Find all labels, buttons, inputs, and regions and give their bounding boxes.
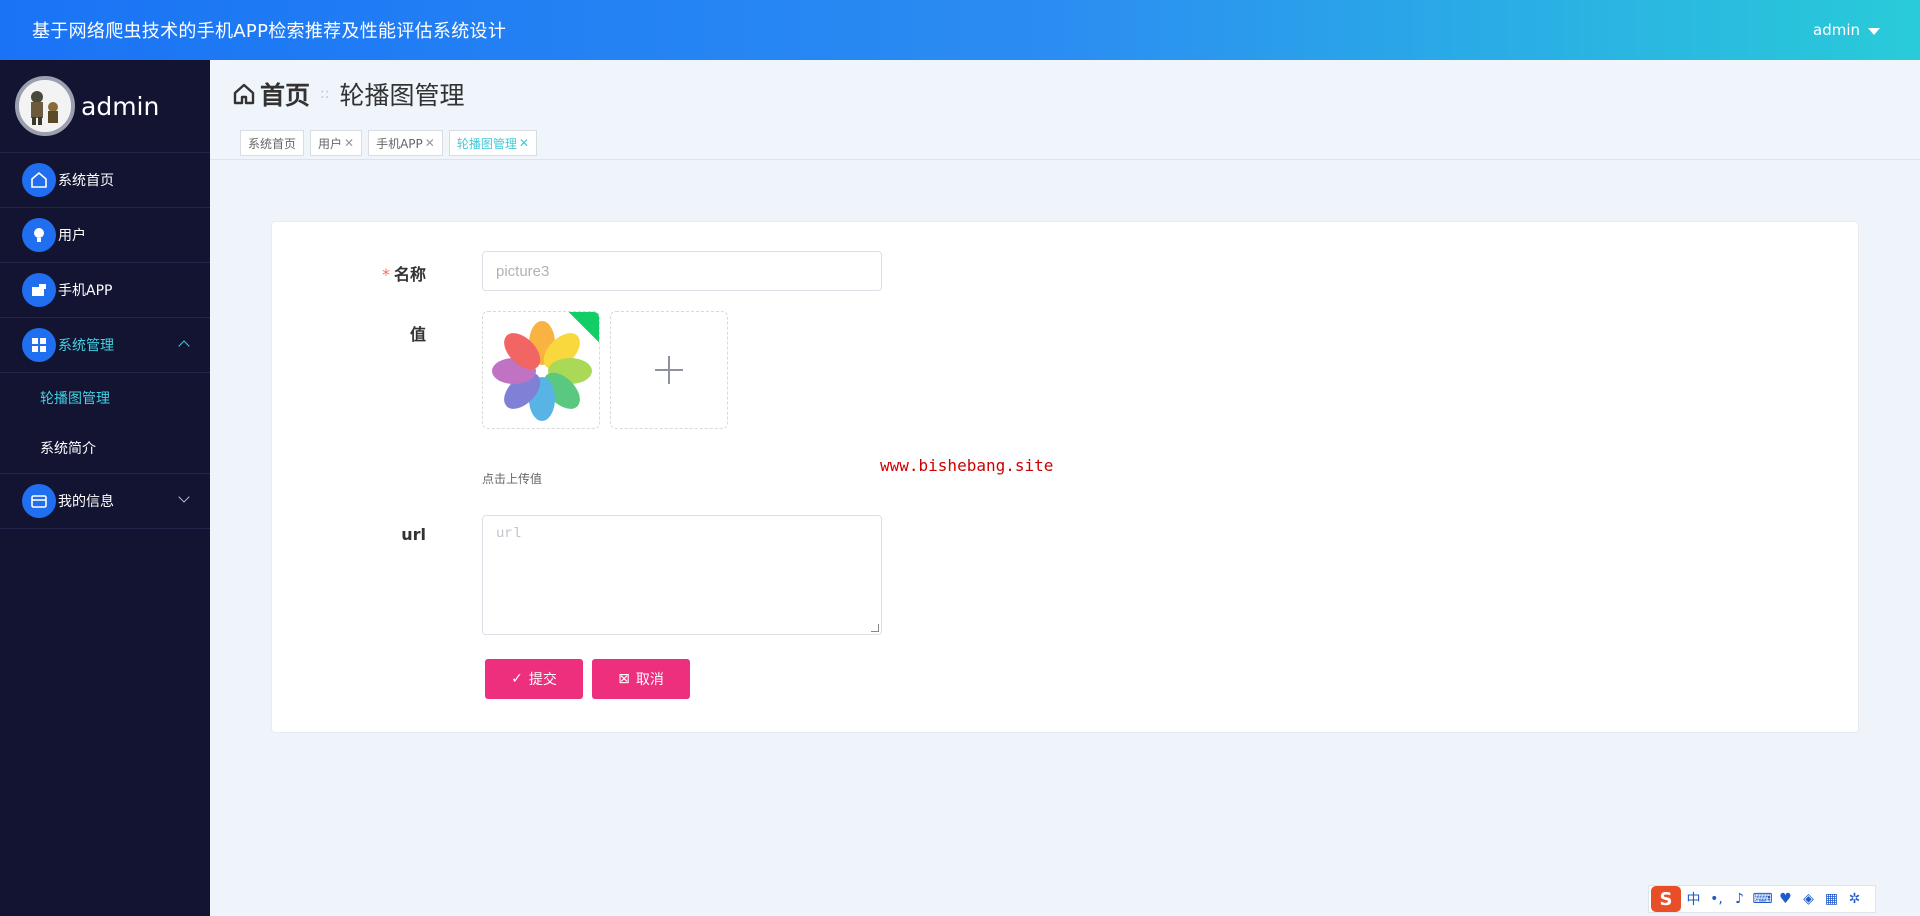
name-label: * 名称 (326, 261, 426, 285)
tag-users[interactable]: 用户 ✕ (310, 130, 363, 156)
sogou-logo-icon[interactable]: S (1651, 886, 1681, 912)
close-box-icon: ⊠ (618, 671, 630, 687)
sidebar-item-label: 手机APP (58, 283, 113, 299)
upload-add-button[interactable] (610, 311, 728, 429)
sidebar-item-apps[interactable]: 手机APP (0, 263, 210, 318)
form-card: * 名称 picture3 值 点击上传值 url url ✓ 提交 ⊠ 取消 (271, 221, 1859, 733)
ime-toolbar: S 中 •, ♪ ⌨ ♥ ◈ ▦ ✲ (1648, 885, 1876, 913)
required-mark: * (381, 265, 390, 284)
microphone-icon[interactable]: ♪ (1729, 891, 1750, 907)
app-title: 基于网络爬虫技术的手机APP检索推荐及性能评估系统设计 (32, 21, 507, 42)
sidebar-item-label: 用户 (58, 228, 86, 244)
profile-name: admin (81, 91, 160, 121)
url-label: url (401, 525, 426, 544)
uploaded-image[interactable] (482, 311, 600, 429)
tag-label: 轮播图管理 (456, 136, 517, 151)
tag-label: 手机APP (376, 136, 423, 151)
tags-view: 系统首页 用户 ✕ 手机APP ✕ 轮播图管理 ✕ (240, 130, 537, 156)
ime-lang[interactable]: 中 (1683, 889, 1704, 909)
sidebar-item-my-info[interactable]: 我的信息 (0, 474, 210, 529)
tag-apps[interactable]: 手机APP ✕ (368, 130, 443, 156)
check-icon: ✓ (511, 671, 523, 687)
sidebar-item-users[interactable]: 用户 (0, 208, 210, 263)
resize-handle-icon[interactable] (871, 624, 879, 632)
cancel-button[interactable]: ⊠ 取消 (592, 659, 690, 699)
sidebar-subitem-carousel[interactable]: 轮播图管理 (0, 373, 210, 423)
chevron-down-icon (178, 491, 190, 503)
apps-grid-icon[interactable]: ▦ (1821, 891, 1842, 907)
submit-button[interactable]: ✓ 提交 (485, 659, 583, 699)
cancel-label: 取消 (635, 672, 664, 688)
main-header: 首页 :: 轮播图管理 系统首页 用户 ✕ 手机APP ✕ 轮播图管理 ✕ (210, 60, 1920, 160)
sidebar-item-home[interactable]: 系统首页 (0, 153, 210, 208)
chevron-up-icon (178, 340, 190, 352)
tag-carousel[interactable]: 轮播图管理 ✕ (448, 130, 537, 156)
url-textarea[interactable]: url (482, 515, 882, 635)
sidebar-item-system[interactable]: 系统管理 (0, 318, 210, 373)
tag-label: 系统首页 (248, 136, 297, 151)
tag-home[interactable]: 系统首页 (240, 130, 305, 156)
settings-icon[interactable]: ✲ (1844, 891, 1865, 907)
bulb-icon (22, 218, 56, 252)
name-input-value: picture3 (496, 262, 550, 280)
sidebar: admin 系统首页 用户 手机APP 系统管理 轮播图管理 系统简介 我的信息 (0, 60, 210, 916)
avatar (15, 76, 75, 136)
caret-down-icon (1868, 27, 1880, 35)
camera-icon (22, 273, 56, 307)
sidebar-item-label: 我的信息 (58, 494, 114, 510)
sidebar-item-label: 系统首页 (58, 173, 114, 189)
sidebar-subitem-intro[interactable]: 系统简介 (0, 423, 210, 473)
breadcrumb: 首页 :: 轮播图管理 (232, 76, 464, 112)
user-name: admin (1813, 21, 1860, 39)
punctuation-icon[interactable]: •, (1706, 891, 1727, 907)
tag-label: 用户 (318, 136, 343, 151)
breadcrumb-current: 轮播图管理 (339, 81, 465, 110)
url-placeholder: url (496, 526, 522, 542)
watermark: www.bishebang.site (880, 456, 1054, 475)
value-label: 值 (409, 325, 426, 344)
name-label-text: 名称 (393, 265, 426, 284)
home-outline-icon (233, 83, 255, 105)
skin-icon[interactable]: ♥ (1775, 891, 1796, 907)
photos-flower-icon (492, 321, 592, 421)
submit-label: 提交 (528, 672, 557, 688)
upload-hint: 点击上传值 (482, 472, 543, 486)
home-icon (22, 163, 56, 197)
sidebar-item-label: 系统管理 (58, 338, 114, 354)
name-input[interactable]: picture3 (482, 251, 882, 291)
plus-icon (655, 356, 683, 384)
grid-icon (22, 328, 56, 362)
sidebar-profile: admin (0, 60, 210, 153)
top-header: 基于网络爬虫技术的手机APP检索推荐及性能评估系统设计 admin (0, 0, 1920, 60)
sidebar-submenu: 轮播图管理 系统简介 (0, 373, 210, 474)
close-icon[interactable]: ✕ (425, 136, 435, 150)
close-icon[interactable]: ✕ (519, 136, 529, 150)
gamepad-icon[interactable]: ◈ (1798, 891, 1819, 907)
user-menu[interactable]: admin (1813, 21, 1880, 39)
breadcrumb-separator: :: (320, 86, 330, 102)
avatar-image-icon (19, 80, 71, 132)
wallet-icon (22, 484, 56, 518)
keyboard-icon[interactable]: ⌨ (1752, 891, 1773, 907)
close-icon[interactable]: ✕ (344, 136, 354, 150)
breadcrumb-home[interactable]: 首页 (260, 76, 310, 112)
